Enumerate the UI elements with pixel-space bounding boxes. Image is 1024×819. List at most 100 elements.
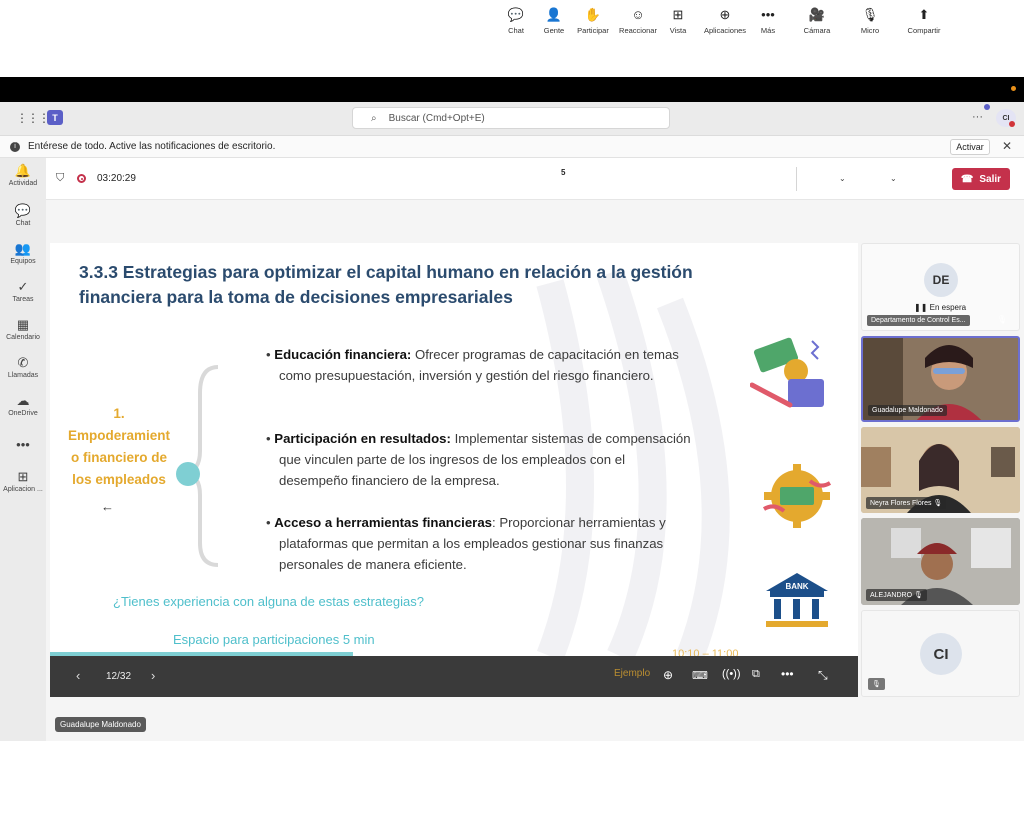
rail-item-label: OneDrive (8, 410, 38, 417)
camera-off-icon: 🎥 (808, 7, 826, 22)
participant-tile[interactable]: ALEJANDRO 🎙 (861, 518, 1020, 605)
notification-text: Entérese de todo. Active las notificacio… (28, 141, 276, 152)
waiting-status: ❚❚ En espera (914, 303, 967, 312)
apps-icon: ⊞ (17, 469, 29, 484)
slide-title: 3.3.3 Estrategias para optimizar el capi… (79, 260, 693, 310)
participant-tile[interactable]: DE ❚❚ En espera Departamento de Control … (861, 243, 1020, 331)
app-grid-icon[interactable]: ⋮⋮⋮ (16, 111, 50, 125)
keyboard-icon[interactable]: ⌨ (692, 669, 708, 682)
status-badge (1009, 121, 1015, 127)
rail-item-label: Llamadas (7, 372, 39, 379)
toolbar-chat-button[interactable]: 💬 Chat (500, 7, 532, 35)
bell-icon: 🔔 (14, 163, 32, 178)
popout-icon[interactable]: ⧉ (752, 668, 760, 681)
participant-name: Guadalupe Maldonado (868, 405, 947, 416)
toolbar-people-button[interactable]: 👤 Gente (537, 7, 571, 35)
rail-item[interactable]: 👥 Equipos (0, 241, 46, 265)
search-placeholder: Buscar (Cmd+Opt+E) (388, 112, 485, 124)
search-icon: ⌕ (371, 112, 377, 124)
search-input[interactable]: ⌕ Buscar (Cmd+Opt+E) (352, 107, 670, 129)
toolbar-divider (796, 167, 797, 191)
bullet-heading: Educación financiera: (274, 347, 412, 362)
toolbar-label: Compartir (907, 26, 941, 35)
participant-tile[interactable]: Guadalupe Maldonado (861, 336, 1020, 422)
recording-icon (77, 174, 86, 183)
notification-bar: i Entérese de todo. Active las notificac… (0, 136, 1024, 158)
people-icon: 👤 (545, 7, 563, 22)
toolbar-add-app-button[interactable]: ⊕ Aplicaciones (698, 7, 752, 35)
rail-item[interactable]: ☁ OneDrive (0, 393, 46, 417)
rail-item[interactable]: ⊞ Aplicacion ... (0, 469, 46, 493)
shield-icon[interactable]: ⛉ (56, 172, 64, 185)
rail-item-label: Equipos (10, 258, 36, 265)
toolbar-more-button[interactable]: ••• Más (753, 7, 783, 35)
toolbar-mic-off-button[interactable]: 🎙 Micro (853, 7, 887, 35)
mic-off-icon: 🎙 (861, 7, 879, 22)
close-icon[interactable]: ✕ (1002, 139, 1012, 153)
participant-name: ALEJANDRO 🎙 (866, 589, 927, 601)
teams-logo-icon: T (47, 110, 63, 125)
emoji-icon: ☺ (631, 7, 645, 22)
next-slide-button[interactable]: › (151, 668, 155, 683)
broadcast-icon[interactable]: ((•)) (722, 668, 741, 680)
mic-muted-icon: 🎙 (868, 678, 885, 690)
rail-item[interactable]: ••• (0, 437, 46, 454)
participant-avatar: DE (924, 263, 958, 297)
chat-icon: 💬 (14, 203, 32, 218)
toolbar-view-button[interactable]: ⊞ Vista (662, 7, 694, 35)
toolbar-camera-off-button[interactable]: 🎥 Cámara (798, 7, 836, 35)
rail-item-label: Tareas (12, 296, 34, 303)
presenter-chip: Guadalupe Maldonado (55, 717, 146, 732)
rail-item[interactable]: ▦ Calendario (0, 317, 46, 341)
toolbar-label: Reaccionar (619, 26, 657, 35)
slide-title-line2: financiera para la toma de decisiones em… (79, 287, 513, 307)
slide-bullet: • Acceso a herramientas financieras: Pro… (266, 512, 696, 575)
mic-muted-icon: 🎙 (913, 592, 923, 599)
time-overlap-text: 10:10 – 11:00 (672, 648, 739, 656)
rail-item[interactable]: ✆ Llamadas (0, 355, 46, 379)
slide-bullet: • Participación en resultados: Implement… (266, 428, 696, 491)
toolbar-label: Aplicaciones (703, 26, 747, 35)
chat-icon: 💬 (507, 7, 525, 22)
fullscreen-icon[interactable]: ⤡ (818, 668, 828, 683)
participant-name: Departamento de Control Es... (867, 315, 970, 326)
camera-chevron-icon[interactable]: ⌄ (839, 174, 846, 183)
heading-number: 1. (113, 406, 125, 421)
participant-name: Neyra Flores Flores 🎙 (866, 497, 947, 509)
presence-dot (984, 104, 990, 110)
calendar-icon: ▦ (16, 317, 30, 332)
connector-dot (176, 462, 200, 486)
activate-notifications-button[interactable]: Activar (950, 139, 990, 155)
hand-icon: ✋ (584, 7, 602, 22)
teams-icon: 👥 (14, 241, 32, 256)
toolbar-share-button[interactable]: ⬆ Compartir (902, 7, 946, 35)
meeting-timer: 03:20:29 (97, 173, 136, 184)
rail-item-label: Calendario (6, 334, 40, 341)
bullet-heading: Acceso a herramientas financieras (274, 515, 492, 530)
rail-item[interactable]: 💬 Chat (0, 203, 46, 227)
cloud-icon: ☁ (16, 393, 30, 408)
back-arrow-icon[interactable]: ← (101, 499, 114, 514)
rail-item[interactable]: ✓ Tareas (0, 279, 46, 303)
heading-line: o financiero de (70, 450, 168, 465)
participation-note: Espacio para participaciones 5 min (173, 632, 375, 647)
example-overlap-text: Ejemplo (614, 668, 651, 679)
add-app-icon: ⊕ (719, 7, 731, 22)
slide-page-counter: 12/32 (106, 671, 132, 682)
rail-item[interactable]: 🔔 Actividad (0, 163, 46, 187)
participant-tile[interactable]: Neyra Flores Flores 🎙 (861, 427, 1020, 513)
heading-line: Empoderamient (67, 428, 171, 443)
gear-money-icon (762, 463, 832, 529)
people-count: 5 (561, 168, 566, 177)
more-slide-options-icon[interactable]: ••• (781, 667, 794, 681)
meeting-toolbar (46, 158, 1024, 200)
zoom-in-icon[interactable]: ⊕ (663, 668, 673, 682)
more-options-icon[interactable]: ··· (972, 111, 983, 123)
slide-title-line1: 3.3.3 Estrategias para optimizar el capi… (79, 262, 693, 282)
leave-button[interactable]: ☎ Salir (952, 168, 1010, 190)
toolbar-hand-button[interactable]: ✋ Participar (573, 7, 613, 35)
toolbar-emoji-button[interactable]: ☺ Reaccionar (614, 7, 662, 35)
mic-chevron-icon[interactable]: ⌄ (890, 174, 897, 183)
prev-slide-button[interactable]: ‹ (76, 668, 80, 683)
participant-tile[interactable]: CI 🎙 (861, 610, 1020, 697)
